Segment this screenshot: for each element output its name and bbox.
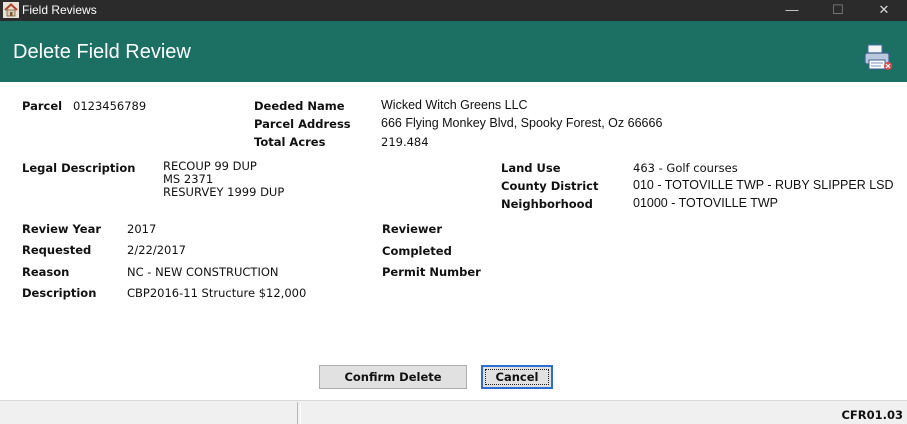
cancel-button-label: Cancel xyxy=(484,369,550,385)
total-acres-value: 219.484 xyxy=(381,135,429,149)
printer-icon[interactable] xyxy=(862,42,894,72)
reason-value: NC - NEW CONSTRUCTION xyxy=(127,265,279,279)
home-app-icon xyxy=(3,2,19,18)
dialog-content: Parcel 0123456789 Deeded Name Wicked Wit… xyxy=(0,82,907,400)
neighborhood-label: Neighborhood xyxy=(501,197,593,211)
reason-label: Reason xyxy=(22,265,70,279)
status-bar-right-panel: CFR01.03 xyxy=(300,402,907,424)
land-use-label: Land Use xyxy=(501,161,561,175)
window-title: Field Reviews xyxy=(22,3,97,17)
deeded-name-value: Wicked Witch Greens LLC xyxy=(381,98,528,112)
minimize-button[interactable]: — xyxy=(769,0,815,21)
status-bar: CFR01.03 xyxy=(0,400,907,424)
parcel-label: Parcel xyxy=(22,99,63,113)
total-acres-label: Total Acres xyxy=(254,135,326,149)
maximize-button[interactable]: ☐ xyxy=(815,0,861,21)
permit-number-label: Permit Number xyxy=(382,265,481,279)
completed-label: Completed xyxy=(382,244,452,258)
review-year-value: 2017 xyxy=(127,222,157,236)
county-district-value: 010 - TOTOVILLE TWP - RUBY SLIPPER LSD xyxy=(633,178,894,192)
status-bar-left-panel xyxy=(0,402,298,424)
deeded-name-label: Deeded Name xyxy=(254,99,345,113)
parcel-address-value: 666 Flying Monkey Blvd, Spooky Forest, O… xyxy=(381,116,663,130)
cancel-button[interactable]: Cancel xyxy=(481,365,553,389)
legal-description-value: RECOUP 99 DUP MS 2371 RESURVEY 1999 DUP xyxy=(163,160,284,199)
parcel-value: 0123456789 xyxy=(73,99,147,113)
close-button[interactable]: ✕ xyxy=(861,0,907,21)
neighborhood-value: 01000 - TOTOVILLE TWP xyxy=(633,196,778,210)
description-value: CBP2016-11 Structure $12,000 xyxy=(127,286,307,300)
county-district-label: County District xyxy=(501,179,599,193)
review-year-label: Review Year xyxy=(22,222,102,236)
confirm-delete-button[interactable]: Confirm Delete xyxy=(319,365,467,389)
page-title: Delete Field Review xyxy=(13,41,191,63)
land-use-value: 463 - Golf courses xyxy=(633,161,738,175)
description-label: Description xyxy=(22,286,97,300)
dialog-header: Delete Field Review xyxy=(0,21,907,82)
legal-description-label: Legal Description xyxy=(22,161,136,175)
legal-line: RESURVEY 1999 DUP xyxy=(163,185,285,199)
requested-value: 2/22/2017 xyxy=(127,243,186,257)
reviewer-label: Reviewer xyxy=(382,222,442,236)
form-code: CFR01.03 xyxy=(841,408,903,422)
requested-label: Requested xyxy=(22,243,92,257)
window-titlebar: Field Reviews — ☐ ✕ xyxy=(0,0,907,21)
parcel-address-label: Parcel Address xyxy=(254,117,351,131)
